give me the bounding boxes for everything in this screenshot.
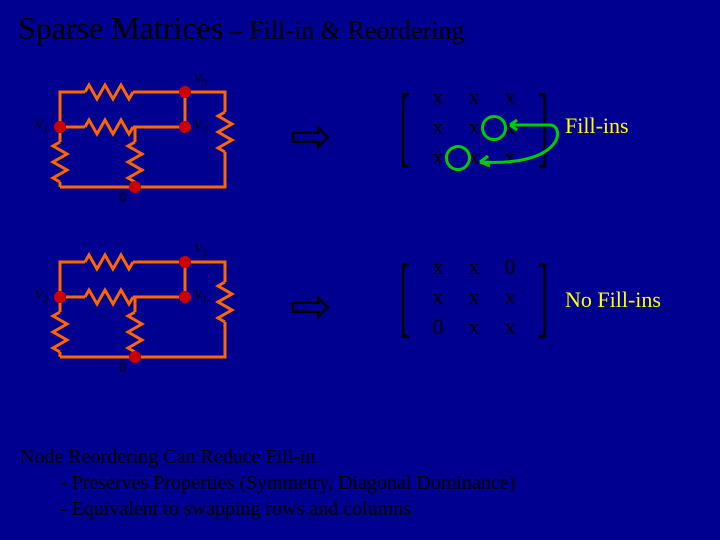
c2-v2: V1 [194,287,207,306]
label-fillins: Fill-ins [565,113,629,139]
arrow-1: ⇨ [290,107,332,165]
m2-r1c1: x [456,282,492,312]
m2-r0c2: 0 [492,252,528,282]
fillins-arrow-svg [460,117,570,187]
title-main: Sparse Matrices [18,10,223,46]
circuit-2-svg [30,237,260,397]
c2-v1: V2 [35,287,48,306]
page-title: Sparse Matrices – Fill-in & Reordering [0,0,720,47]
m1-r1c0: x [420,112,456,142]
m2-r2c2: x [492,312,528,342]
circuit-1-svg [30,67,260,227]
rbracket-icon-2: ] [538,252,548,342]
c1-gnd: 0 [119,190,127,207]
matrix-2-grid: x x 0 x x x 0 x x [420,252,528,342]
m1-r0c2: x [492,82,528,112]
c2-v3: V3 [194,241,207,260]
arrow-2: ⇨ [290,277,332,335]
label-nofillins: No Fill-ins [565,287,661,313]
diagram-area: V1 V2 V3 0 ⇨ [ x x x x x x x x x ] Fill-… [0,47,720,417]
circuit-1: V1 V2 V3 0 [30,67,260,207]
title-sep: – [223,16,249,45]
c1-v3: V3 [194,71,207,90]
m2-r2c1: x [456,312,492,342]
m2-r0c1: x [456,252,492,282]
circuit-2: V2 V1 V3 0 [30,237,260,377]
lbracket-icon: [ [400,82,410,172]
lbracket-icon-2: [ [400,252,410,342]
m1-r0c1: x [456,82,492,112]
title-sub: Fill-in & Reordering [249,16,464,45]
m2-r2c0: 0 [420,312,456,342]
c1-v2: V2 [194,117,207,136]
c2-gnd: 0 [119,360,127,377]
m2-r0c0: x [420,252,456,282]
bottom-line1: Node Reordering Can Reduce Fill-in [20,444,515,470]
m2-r1c2: x [492,282,528,312]
matrix-2: [ x x 0 x x x 0 x x ] [390,252,558,342]
bottom-line2: - Preserves Properties (Symmetry, Diagon… [20,470,515,496]
m2-r1c0: x [420,282,456,312]
c1-v1: V1 [35,117,48,136]
bottom-text: Node Reordering Can Reduce Fill-in - Pre… [20,444,515,522]
bottom-line3: - Equivalent to swapping rows and column… [20,496,515,522]
m1-r0c0: x [420,82,456,112]
